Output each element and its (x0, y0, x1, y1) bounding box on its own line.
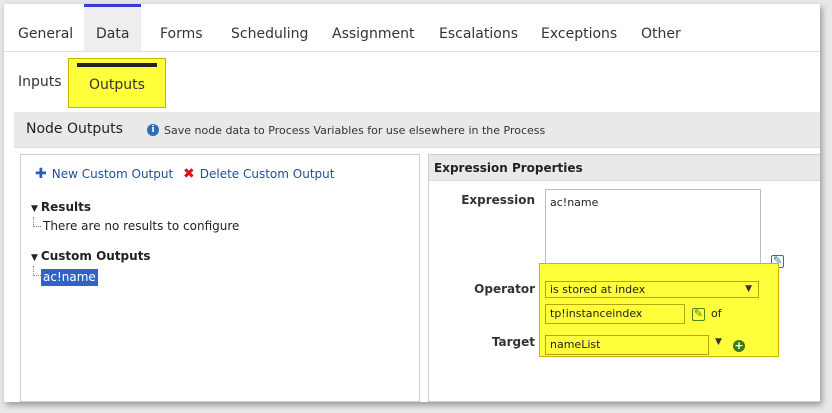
custom-outputs-heading: Custom Outputs (40, 249, 151, 263)
sub-tab-bar: Inputs Outputs (4, 54, 820, 108)
tree-connector (33, 217, 41, 227)
new-custom-output-button[interactable]: ✚ New Custom Output (35, 166, 173, 182)
chevron-down-icon: ▼ (745, 284, 752, 294)
operator-value: is stored at index (550, 283, 646, 296)
target-dropdown-icon[interactable]: ▼ (715, 337, 722, 347)
section-info-text: Save node data to Process Variables for … (164, 124, 546, 137)
tab-escalations[interactable]: Escalations (427, 4, 530, 51)
plus-icon: ✚ (35, 166, 47, 182)
tree-connector (33, 266, 41, 276)
operator-select[interactable]: is stored at index ▼ (545, 281, 759, 298)
expression-field[interactable]: ac!name (545, 189, 761, 265)
edit-index-icon[interactable]: ✎ (692, 308, 705, 321)
tree-node-custom-outputs[interactable]: ▼ Custom Outputs (31, 249, 151, 263)
tab-assignment[interactable]: Assignment (320, 4, 426, 51)
expression-label: Expression (461, 193, 535, 207)
results-heading: Results (40, 200, 91, 214)
top-tab-bar: General Data Forms Scheduling Assignment… (4, 4, 820, 52)
collapse-triangle-icon: ▼ (31, 204, 38, 214)
delete-custom-output-label: Delete Custom Output (199, 167, 335, 181)
index-field[interactable]: tp!instanceindex (545, 304, 685, 324)
expression-properties-panel: Expression Properties Expression ac!name… (428, 154, 820, 402)
add-circle-icon[interactable]: + (733, 340, 745, 352)
custom-output-item-selected[interactable]: ac!name (41, 269, 98, 286)
tree-node-results[interactable]: ▼ Results (31, 200, 91, 214)
subtab-outputs[interactable]: Outputs (68, 58, 166, 108)
of-text: of (711, 307, 722, 320)
collapse-triangle-icon: ▼ (31, 253, 38, 263)
process-node-properties: General Data Forms Scheduling Assignment… (4, 4, 820, 402)
results-empty-text: There are no results to configure (43, 219, 240, 233)
operator-label: Operator (474, 282, 535, 296)
target-field[interactable]: nameList (545, 335, 709, 355)
info-icon: i (147, 124, 159, 136)
tab-general[interactable]: General (6, 4, 85, 51)
delete-custom-output-button[interactable]: ✖ Delete Custom Output (183, 166, 334, 182)
new-custom-output-label: New Custom Output (51, 167, 174, 181)
node-outputs-header: Node Outputs i Save node data to Process… (14, 112, 820, 148)
tab-exceptions[interactable]: Exceptions (529, 4, 629, 51)
subtab-inputs[interactable]: Inputs (18, 54, 62, 106)
section-title: Node Outputs (26, 121, 123, 137)
expression-properties-header: Expression Properties (429, 155, 820, 181)
target-label: Target (491, 335, 535, 349)
tab-forms[interactable]: Forms (148, 4, 215, 51)
tab-other[interactable]: Other (629, 4, 693, 51)
tab-data[interactable]: Data (84, 4, 142, 51)
tab-scheduling[interactable]: Scheduling (219, 4, 320, 51)
outputs-tree-panel: ✚ New Custom Output ✖ Delete Custom Output… (20, 154, 420, 402)
x-icon: ✖ (183, 166, 195, 182)
